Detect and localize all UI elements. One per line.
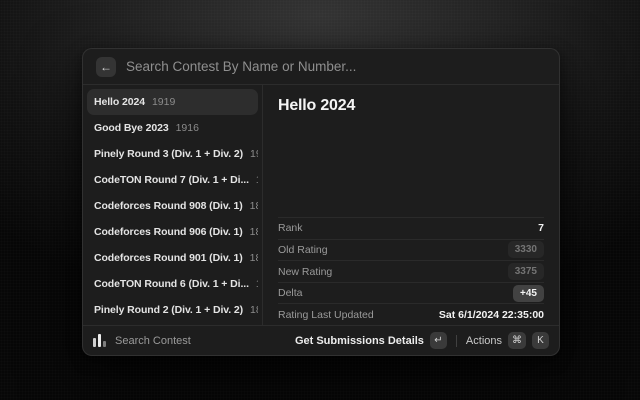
detail-metadata: Rank 7 Old Rating 3330 New Rating 3375 D…: [263, 217, 559, 325]
search-input[interactable]: [126, 59, 546, 74]
contest-number: 1909: [250, 148, 258, 160]
metadata-value: Sat 6/1/2024 22:35:00: [439, 309, 544, 321]
metadata-label: Rating Last Updated: [278, 309, 374, 321]
footer-app: Search Contest: [93, 334, 191, 347]
contest-name: Pinely Round 3 (Div. 1 + Div. 2): [94, 148, 243, 160]
cmd-key-badge: ⌘: [508, 332, 526, 349]
footer-divider: [456, 335, 457, 347]
arrow-left-icon: ←: [100, 57, 112, 77]
contest-list-item[interactable]: Pinely Round 2 (Div. 1 + Div. 2) 1863: [87, 297, 258, 323]
metadata-row: New Rating 3375: [278, 260, 544, 282]
contest-number: 1916: [176, 122, 199, 134]
metadata-label: Rank: [278, 222, 303, 234]
metadata-label: Delta: [278, 287, 303, 299]
contest-name: CodeTON Round 7 (Div. 1 + Di...: [94, 174, 249, 186]
enter-key-badge: ↵: [430, 332, 447, 349]
footer-bar: Search Contest Get Submissions Details ↵…: [83, 325, 559, 355]
contest-list-item[interactable]: CodeTON Round 7 (Div. 1 + Di... 1896: [87, 167, 258, 193]
contest-detail-panel: Hello 2024 Rank 7 Old Rating 3330 New Ra…: [263, 85, 559, 325]
metadata-value: 3375: [508, 263, 544, 280]
metadata-row: Rank 7: [278, 217, 544, 239]
metadata-row: Rating Last Updated Sat 6/1/2024 22:35:0…: [278, 303, 544, 325]
contest-number: 1870: [256, 278, 258, 290]
detail-title: Hello 2024: [263, 85, 559, 115]
contest-name: Codeforces Round 908 (Div. 1): [94, 200, 243, 212]
contest-list: Hello 2024 1919 Good Bye 2023 1916 Pinel…: [83, 85, 263, 325]
actions-label: Actions: [466, 335, 502, 347]
contest-name: Pinely Round 2 (Div. 1 + Div. 2): [94, 304, 243, 316]
contest-name: CodeTON Round 6 (Div. 1 + Di...: [94, 278, 249, 290]
primary-action-label: Get Submissions Details: [295, 335, 424, 347]
k-key-badge: K: [532, 332, 549, 349]
contest-number: 1896: [256, 174, 258, 186]
contest-name: Hello 2024: [94, 96, 145, 108]
contest-number: 1889: [250, 226, 258, 238]
contest-list-item[interactable]: Pinely Round 3 (Div. 1 + Div. 2) 1909: [87, 141, 258, 167]
contest-name: Codeforces Round 906 (Div. 1): [94, 226, 243, 238]
metadata-value: 7: [538, 222, 544, 234]
contest-name: Codeforces Round 901 (Div. 1): [94, 252, 243, 264]
metadata-row: Delta +45: [278, 282, 544, 304]
metadata-value: +45: [513, 285, 544, 302]
search-bar: ←: [83, 49, 559, 85]
contest-number: 1863: [250, 304, 258, 316]
metadata-value: 3330: [508, 241, 544, 258]
contest-list-item[interactable]: Codeforces Round 901 (Div. 1) 1874: [87, 245, 258, 271]
command-palette-window: ← Hello 2024 1919 Good Bye 2023 1916 Pin…: [82, 48, 560, 356]
footer-app-label: Search Contest: [115, 335, 191, 347]
contest-list-item[interactable]: Codeforces Round 906 (Div. 1) 1889: [87, 219, 258, 245]
contest-list-item[interactable]: Codeforces Round 908 (Div. 1) 1893: [87, 193, 258, 219]
actions-menu-button[interactable]: Actions ⌘ K: [466, 332, 549, 349]
contest-name: Good Bye 2023: [94, 122, 169, 134]
back-button[interactable]: ←: [96, 57, 116, 77]
metadata-row: Old Rating 3330: [278, 239, 544, 261]
contest-number: 1919: [152, 96, 175, 108]
content-area: Hello 2024 1919 Good Bye 2023 1916 Pinel…: [83, 85, 559, 325]
contest-list-item[interactable]: Good Bye 2023 1916: [87, 115, 258, 141]
primary-action-button[interactable]: Get Submissions Details ↵: [295, 332, 447, 349]
bar-chart-icon: [93, 334, 106, 347]
contest-number: 1893: [250, 200, 258, 212]
footer-actions: Get Submissions Details ↵ Actions ⌘ K: [295, 332, 549, 349]
metadata-label: Old Rating: [278, 244, 328, 256]
contest-list-item[interactable]: CodeTON Round 6 (Div. 1 + Di... 1870: [87, 271, 258, 297]
metadata-label: New Rating: [278, 266, 332, 278]
contest-number: 1874: [250, 252, 258, 264]
contest-list-item[interactable]: Hello 2024 1919: [87, 89, 258, 115]
